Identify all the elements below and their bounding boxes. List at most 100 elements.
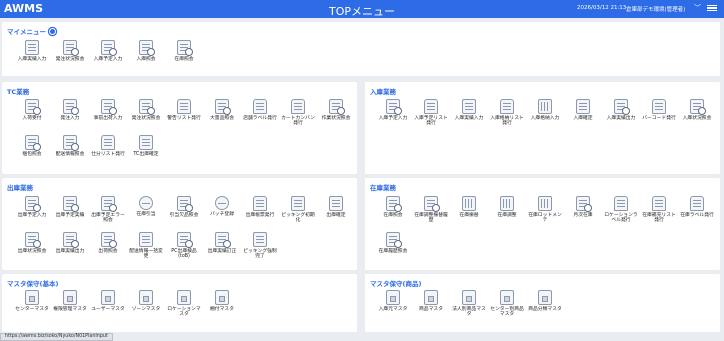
tag-icon: [462, 290, 476, 305]
menu-item-master-basic-0[interactable]: センターマスタ: [14, 290, 50, 312]
menu-item-tc-11[interactable]: 仕分リスト発行: [90, 135, 126, 157]
menu-item-tc-0[interactable]: 入荷受付: [14, 99, 50, 121]
menu-item-label: ピッキング強制完了: [243, 249, 277, 260]
clipboard-icon: [462, 99, 476, 114]
menu-item-inventory-5[interactable]: 月次在庫: [565, 196, 601, 218]
document-search-icon: [177, 196, 193, 212]
menu-item-inventory-3[interactable]: 在庫調整: [489, 196, 525, 218]
menu-item-master-goods-3[interactable]: センター別商品マスタ: [489, 290, 525, 318]
menu-item-tc-2[interactable]: 事前出荷入力: [90, 99, 126, 121]
gear-icon[interactable]: [49, 28, 56, 35]
printer-icon: [652, 196, 666, 211]
menu-item-mymenu-1[interactable]: 発注状況照会: [52, 40, 88, 62]
menu-item-outbound-4[interactable]: 引当欠品照会: [166, 196, 202, 218]
document-search-icon: [139, 99, 155, 115]
menu-item-label: 入庫予定入力: [93, 57, 123, 62]
menu-item-mymenu-2[interactable]: 入庫予定入力: [90, 40, 126, 62]
menu-item-inventory-0[interactable]: 在庫照会: [375, 196, 411, 218]
menu-item-inventory-9[interactable]: 在庫履歴照会: [375, 232, 411, 254]
menu-item-tc-3[interactable]: 発注状況照会: [128, 99, 164, 121]
menu-item-mymenu-3[interactable]: 入庫照会: [128, 40, 164, 62]
menu-item-mymenu-0[interactable]: 入庫実績入力: [14, 40, 50, 62]
menu-item-label: 在庫履歴照会: [378, 249, 408, 254]
document-search-icon: [177, 232, 193, 248]
menu-item-label: 入庫状況照会: [682, 116, 712, 121]
menu-item-inventory-1[interactable]: 在庫調整振替履歴: [413, 196, 449, 224]
menu-item-outbound-12[interactable]: 配送情報一括変更: [128, 232, 164, 260]
menu-item-tc-12[interactable]: TC出庫確定: [128, 135, 164, 157]
menu-item-inventory-4[interactable]: 在庫ロットメンテ: [527, 196, 563, 224]
menu-item-inventory-2[interactable]: 在庫振替: [451, 196, 487, 218]
menu-item-label: 出庫実績訂正: [207, 249, 237, 254]
chevron-down-icon[interactable]: ﹀: [694, 3, 701, 13]
menu-item-master-goods-2[interactable]: 法人別商品マスタ: [451, 290, 487, 318]
menu-item-outbound-1[interactable]: 出庫予定実績: [52, 196, 88, 218]
menu-item-inventory-8[interactable]: 在庫ラベル発行: [679, 196, 715, 218]
menu-item-tc-4[interactable]: 警告リスト発行: [166, 99, 202, 121]
menu-item-outbound-9[interactable]: 出庫状況照会: [14, 232, 50, 254]
menu-item-outbound-8[interactable]: 出庫確定: [318, 196, 354, 218]
menu-item-outbound-2[interactable]: 出庫予定エラー照会: [90, 196, 126, 224]
panel-mymenu: マイメニュー 入庫実績入力 発注状況照会 入庫予定入力 入庫照会 在庫照会: [2, 22, 720, 76]
menu-item-inbound-5[interactable]: 入庫確定: [565, 99, 601, 121]
menu-item-label: 棚付マスタ: [210, 307, 234, 312]
menu-item-master-goods-1[interactable]: 商品マスタ: [413, 290, 449, 312]
menu-item-outbound-10[interactable]: 出庫実績出力: [52, 232, 88, 254]
status-bar-url: https://awms.biz/soko/Nyuko/N01PlanInput: [0, 333, 113, 341]
menu-item-master-basic-5[interactable]: 棚付マスタ: [204, 290, 240, 312]
menu-item-outbound-3[interactable]: 在庫引当: [128, 196, 164, 217]
document-search-icon: [329, 99, 345, 115]
menu-item-inbound-0[interactable]: 入庫予定入力: [375, 99, 411, 121]
menu-item-outbound-5[interactable]: バッチ登録: [204, 196, 240, 217]
menu-item-label: 入庫実績出力: [606, 116, 636, 121]
menu-item-label: 入庫照会: [136, 57, 156, 62]
hamburger-menu-icon[interactable]: [707, 3, 717, 13]
menu-item-label: センター別商品マスタ: [490, 307, 524, 318]
menu-item-outbound-13[interactable]: PC出庫検品(toB): [166, 232, 202, 260]
menu-item-inbound-2[interactable]: 入庫実績入力: [451, 99, 487, 121]
menu-item-master-basic-1[interactable]: 権限管理マスタ: [52, 290, 88, 312]
document-icon: [329, 196, 343, 211]
menu-item-inbound-6[interactable]: 入庫実績出力: [603, 99, 639, 121]
menu-item-label: 在庫照会: [383, 213, 403, 218]
menu-item-master-basic-4[interactable]: ロケーションマスタ: [166, 290, 202, 318]
menu-item-tc-1[interactable]: 発注入力: [52, 99, 88, 121]
menu-item-tc-8[interactable]: 作業状況照会: [318, 99, 354, 121]
menu-item-inbound-1[interactable]: 入庫予定リスト発行: [413, 99, 449, 127]
menu-item-outbound-11[interactable]: 出荷照会: [90, 232, 126, 254]
menu-item-master-basic-3[interactable]: ゾーンマスタ: [128, 290, 164, 312]
menu-item-outbound-15[interactable]: ピッキング強制完了: [242, 232, 278, 260]
menu-item-outbound-0[interactable]: 出庫予定入力: [14, 196, 50, 218]
menu-item-tc-7[interactable]: カートカンバン発行: [280, 99, 316, 127]
menu-item-master-goods-0[interactable]: 入庫元マスタ: [375, 290, 411, 312]
tag-icon: [424, 290, 438, 305]
clipboard-icon: [291, 196, 305, 211]
menu-item-tc-6[interactable]: 店舗ラベル発行: [242, 99, 278, 121]
menu-item-label: 梱包照会: [22, 152, 42, 157]
menu-item-outbound-14[interactable]: 出庫実績訂正: [204, 232, 240, 254]
menu-item-outbound-7[interactable]: ピッキング初期化: [280, 196, 316, 224]
menu-item-label: 警告リスト発行: [167, 116, 201, 121]
panel-master-goods: マスタ保守(商品) 入庫元マスタ 商品マスタ 法人別商品マスタ センター別商品マスタ商…: [365, 274, 720, 332]
menu-item-inbound-4[interactable]: 入庫格納入力: [527, 99, 563, 121]
menu-item-inbound-3[interactable]: 入庫格納リスト発行: [489, 99, 525, 127]
menu-item-tc-5[interactable]: 大量品照会: [204, 99, 240, 121]
menu-item-master-goods-4[interactable]: 商品分類マスタ: [527, 290, 563, 312]
document-search-icon: [386, 99, 402, 115]
menu-item-label: 入庫格納リスト発行: [490, 116, 524, 127]
menu-item-label: 在庫ロットメンテ: [528, 213, 562, 224]
menu-item-label: 出庫予定実績: [55, 213, 85, 218]
menu-item-inventory-6[interactable]: ロケーションラベル発行: [603, 196, 639, 224]
document-search-icon: [101, 99, 117, 115]
printer-icon: [424, 99, 438, 114]
menu-item-outbound-6[interactable]: 出庫帳票発行: [242, 196, 278, 218]
user-name[interactable]: 倉庫部デモ環境(管理者): [626, 5, 685, 13]
menu-item-mymenu-4[interactable]: 在庫照会: [166, 40, 202, 62]
menu-item-inventory-7[interactable]: 在庫補充リスト発行: [641, 196, 677, 224]
menu-item-tc-10[interactable]: 配送情報照会: [52, 135, 88, 157]
menu-item-inbound-8[interactable]: 入庫状況照会: [679, 99, 715, 121]
menu-item-label: PC出庫検品(toB): [171, 249, 197, 260]
menu-item-inbound-7[interactable]: バーコード発行: [641, 99, 677, 121]
menu-item-tc-9[interactable]: 梱包照会: [14, 135, 50, 157]
menu-item-master-basic-2[interactable]: ユーザーマスタ: [90, 290, 126, 312]
